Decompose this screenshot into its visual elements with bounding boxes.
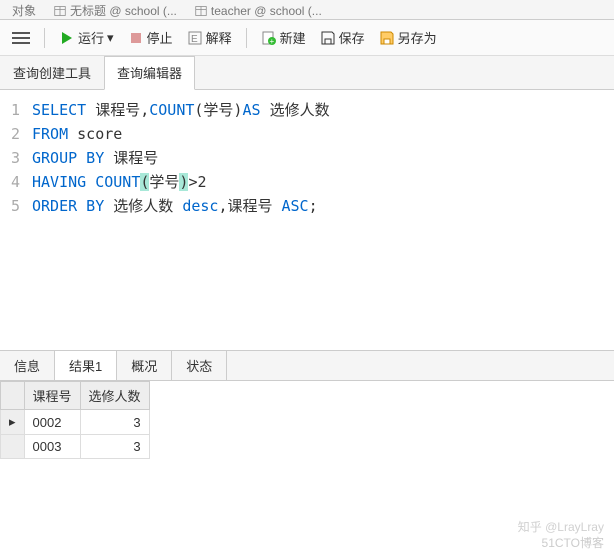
menu-icon[interactable] (8, 28, 34, 48)
tab-query-builder[interactable]: 查询创建工具 (0, 56, 104, 89)
result-grid[interactable]: 课程号 选修人数 ▸ 0002 3 0003 3 (0, 381, 150, 459)
tab-query-editor[interactable]: 查询编辑器 (104, 56, 195, 90)
watermark: 知乎 @LrayLray (518, 518, 604, 535)
line-number: 2 (0, 122, 32, 146)
tab-status[interactable]: 状态 (172, 351, 227, 380)
watermark: 51CTO博客 (542, 534, 604, 551)
editor-tabs: 查询创建工具 查询编辑器 (0, 56, 614, 90)
line-number: 1 (0, 98, 32, 122)
stop-button[interactable]: 停止 (124, 26, 177, 49)
save-as-button[interactable]: 另存为 (375, 26, 441, 49)
toolbar: 运行 ▾ 停止 E 解释 + 新建 保存 另存为 (0, 20, 614, 56)
line-number: 4 (0, 170, 32, 194)
table-row[interactable]: 0003 3 (1, 435, 150, 459)
line-number: 3 (0, 146, 32, 170)
divider (246, 28, 247, 48)
tab-info[interactable]: 信息 (0, 351, 55, 380)
play-icon (59, 30, 75, 46)
table-row[interactable]: ▸ 0002 3 (1, 410, 150, 435)
svg-text:+: + (269, 37, 274, 46)
svg-text:E: E (191, 34, 198, 45)
file-tab[interactable]: 对象 (4, 2, 44, 19)
save-button[interactable]: 保存 (316, 26, 369, 49)
new-icon: + (261, 30, 277, 46)
row-indicator: ▸ (1, 410, 25, 435)
divider (44, 28, 45, 48)
file-tabs-bar: 对象 无标题 @ school (... teacher @ school (.… (0, 0, 614, 20)
row-indicator-header (1, 382, 25, 410)
save-icon (320, 30, 336, 46)
file-tab[interactable]: teacher @ school (... (187, 2, 330, 19)
result-tabs: 信息 结果1 概况 状态 (0, 350, 614, 381)
tab-result[interactable]: 结果1 (55, 351, 117, 380)
column-header[interactable]: 课程号 (24, 382, 80, 410)
stop-icon (128, 30, 144, 46)
run-button[interactable]: 运行 ▾ (55, 26, 118, 49)
save-as-icon (379, 30, 395, 46)
line-number: 5 (0, 194, 32, 218)
new-button[interactable]: + 新建 (257, 26, 310, 49)
explain-button[interactable]: E 解释 (183, 26, 236, 49)
explain-icon: E (187, 30, 203, 46)
tab-profile[interactable]: 概况 (117, 351, 172, 380)
file-tab[interactable]: 无标题 @ school (... (46, 2, 185, 19)
column-header[interactable]: 选修人数 (80, 382, 149, 410)
table-icon (195, 5, 207, 17)
sql-editor[interactable]: 1SELECT 课程号,COUNT(学号)AS 选修人数 2FROM score… (0, 90, 614, 350)
table-icon (54, 5, 66, 17)
row-indicator (1, 435, 25, 459)
